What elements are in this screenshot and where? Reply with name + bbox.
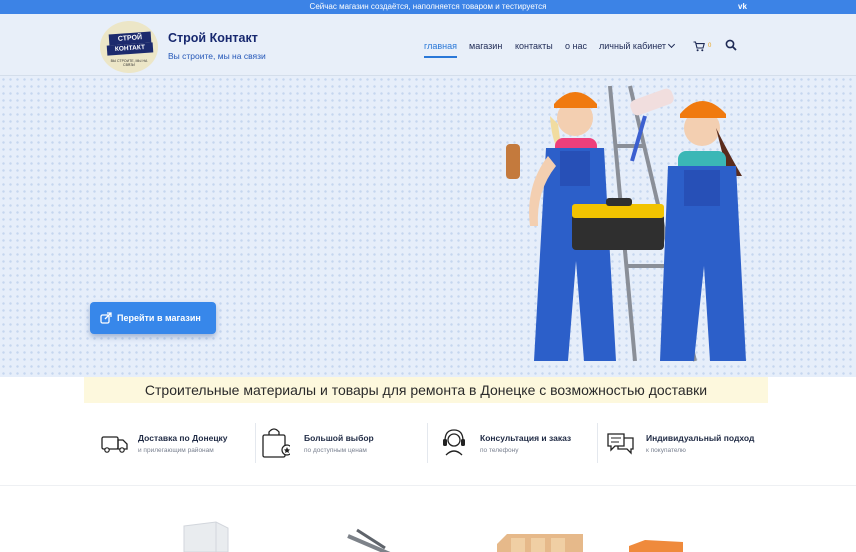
search-icon[interactable] bbox=[725, 39, 737, 51]
nav-item-account[interactable]: личный кабинет bbox=[599, 40, 676, 55]
nav-item-about[interactable]: о нас bbox=[565, 41, 587, 55]
feature-divider bbox=[427, 423, 428, 463]
product-image-lumber[interactable] bbox=[497, 520, 587, 552]
announcement-bar: Сейчас магазин создаётся, наполняется то… bbox=[0, 0, 856, 14]
feature-divider bbox=[255, 423, 256, 463]
feature-subtitle: по доступным ценам bbox=[304, 447, 367, 454]
feature-title: Доставка по Донецку bbox=[138, 433, 228, 443]
truck-icon bbox=[101, 436, 128, 453]
section-divider bbox=[0, 485, 856, 486]
go-to-shop-label: Перейти в магазин bbox=[117, 313, 201, 323]
go-to-shop-button[interactable]: Перейти в магазин bbox=[90, 302, 216, 334]
cart-count: 0 bbox=[708, 43, 712, 49]
logo[interactable]: СТРОЙ КОНТАКТ ВЫ СТРОИТЕ, МЫ НА СВЯЗИ bbox=[100, 21, 158, 73]
logo-line-2: КОНТАКТ bbox=[106, 42, 154, 56]
nav-item-shop[interactable]: магазин bbox=[469, 41, 502, 55]
announcement-text: Сейчас магазин создаётся, наполняется то… bbox=[309, 2, 547, 11]
shopping-bag-icon bbox=[262, 428, 290, 458]
feature-subtitle: по телефону bbox=[480, 447, 519, 454]
product-image-brick[interactable] bbox=[625, 520, 685, 552]
feature-subtitle: и прилегающим районам bbox=[138, 447, 214, 454]
feature-title: Большой выбор bbox=[304, 433, 374, 443]
nav-active-indicator bbox=[424, 56, 457, 58]
external-link-icon bbox=[100, 312, 112, 324]
logo-line-3: ВЫ СТРОИТЕ, МЫ НА СВЯЗИ bbox=[110, 59, 148, 67]
vk-icon[interactable]: vk bbox=[738, 0, 747, 14]
site-tagline: Вы строите, мы на связи bbox=[168, 51, 266, 61]
product-image-rebar[interactable] bbox=[345, 520, 395, 552]
cart-icon[interactable] bbox=[693, 41, 705, 52]
nav-item-account-label: личный кабинет bbox=[599, 41, 667, 51]
nav-item-home[interactable]: главная bbox=[424, 41, 457, 55]
chat-icon bbox=[607, 433, 634, 455]
product-image-block[interactable] bbox=[180, 520, 230, 552]
hero-workers-image bbox=[506, 85, 746, 362]
feature-title: Индивидуальный подход bbox=[646, 433, 755, 443]
feature-title: Консультация и заказ bbox=[480, 433, 572, 443]
feature-subtitle: к покупателю bbox=[646, 447, 686, 454]
chevron-down-icon bbox=[668, 40, 676, 49]
headset-icon bbox=[443, 429, 465, 456]
nav-item-contacts[interactable]: контакты bbox=[515, 41, 553, 55]
site-title[interactable]: Строй Контакт bbox=[168, 31, 258, 45]
feature-divider bbox=[597, 423, 598, 463]
main-tagline: Строительные материалы и товары для ремо… bbox=[84, 377, 768, 403]
site-header: СТРОЙ КОНТАКТ ВЫ СТРОИТЕ, МЫ НА СВЯЗИ Ст… bbox=[0, 14, 856, 76]
